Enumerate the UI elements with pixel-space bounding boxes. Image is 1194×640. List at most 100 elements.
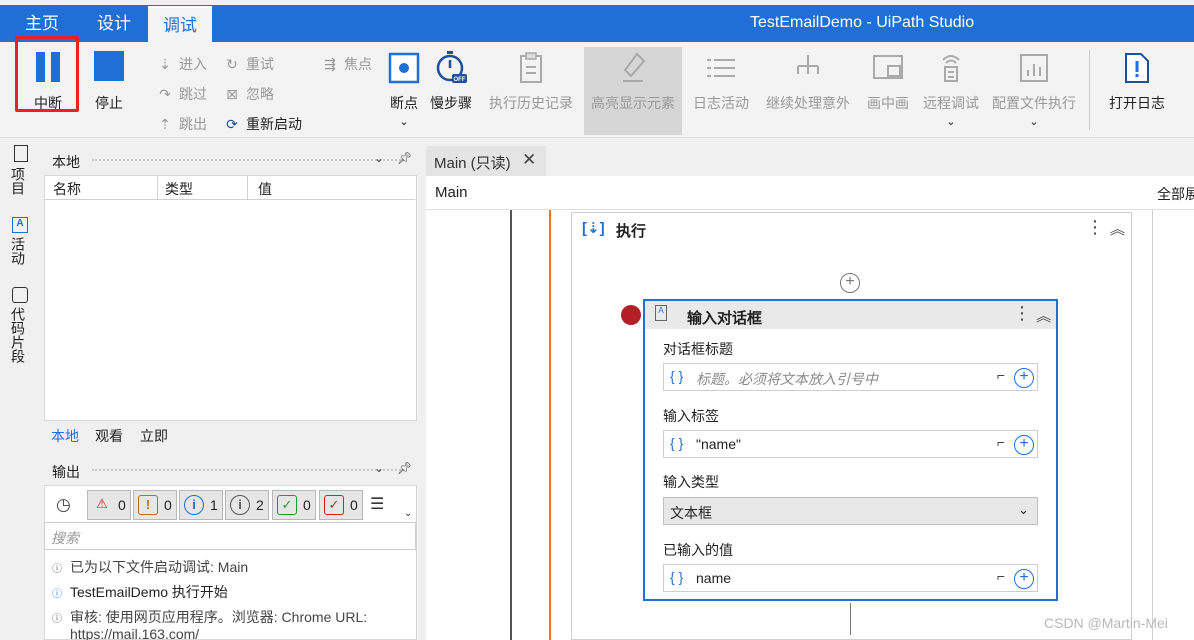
breakpoints-dropdown-icon[interactable]: ⌄ <box>386 115 422 128</box>
expand-editor-icon[interactable]: ⌐ <box>997 367 1005 383</box>
slow-step-button[interactable]: OFF 慢步骤 <box>428 50 474 113</box>
col-type[interactable]: 类型 <box>165 179 193 199</box>
info-icon: ⓘ <box>52 589 62 600</box>
slow-badge: OFF <box>454 77 466 83</box>
breakpoint-marker[interactable] <box>621 305 641 325</box>
document-tab-main[interactable]: Main (只读) ✕ <box>426 146 546 176</box>
remote-debugging-label: 远程调试 <box>923 95 979 111</box>
col-value[interactable]: 值 <box>258 179 272 199</box>
pin-icon[interactable]: 📌︎ <box>397 461 412 475</box>
add-plus-icon[interactable]: + <box>1014 569 1034 589</box>
ignore-button[interactable]: ⊠ 忽略 <box>222 84 274 104</box>
input-label-label: 输入标签 <box>663 408 719 424</box>
drag-grip[interactable] <box>92 159 404 163</box>
subtab-locals[interactable]: 本地 <box>51 426 79 446</box>
activity-title: 输入对话框 <box>687 310 763 327</box>
expression-icon: { } <box>670 569 684 585</box>
step-out-button[interactable]: ⇡ 跳出 <box>155 114 207 134</box>
col-name[interactable]: 名称 <box>53 179 81 199</box>
subtab-immediate[interactable]: 立即 <box>140 426 168 446</box>
execution-trail-line <box>549 210 551 640</box>
filter-failure[interactable]: ✓ 0 <box>319 490 363 520</box>
more-options-icon[interactable]: ⋮ <box>1013 303 1031 324</box>
expand-editor-icon[interactable]: ⌐ <box>997 434 1005 450</box>
close-icon[interactable]: ✕ <box>522 150 536 170</box>
add-plus-icon[interactable]: + <box>1014 368 1034 388</box>
filter-trace[interactable]: i2 <box>225 490 269 520</box>
panel-splitter[interactable] <box>418 139 426 640</box>
filter-info[interactable]: i1 <box>179 490 223 520</box>
connector-line <box>850 603 851 635</box>
log-text: 审核: 使用网页应用程序。浏览器: Chrome URL: <box>70 609 368 625</box>
focus-button[interactable]: ⇶ 焦点 <box>320 54 372 74</box>
remote-dropdown-icon[interactable]: ⌄ <box>920 115 982 128</box>
clock-icon[interactable]: ◷ <box>56 495 71 515</box>
retry-button[interactable]: ↻ 重试 <box>222 54 274 74</box>
expand-editor-icon[interactable]: ⌐ <box>997 568 1005 584</box>
step-over-icon: ↷ <box>159 86 171 102</box>
log-line: ⓘ 已为以下文件启动调试: Main <box>52 557 248 577</box>
column-divider <box>247 176 248 200</box>
tab-debug[interactable]: 调试 <box>148 6 212 42</box>
profile-dropdown-icon[interactable]: ⌄ <box>988 115 1080 128</box>
dialog-title-label: 对话框标题 <box>663 341 733 357</box>
picture-in-picture-button[interactable]: 画中画 <box>864 52 912 113</box>
filter-warnings[interactable]: ! 0 <box>133 490 177 520</box>
rail-activities[interactable]: 活动 <box>8 237 28 265</box>
info-icon: i <box>184 495 204 515</box>
expand-all-link[interactable]: 全部展开 <box>1157 184 1194 204</box>
drag-grip[interactable] <box>92 469 404 473</box>
highlight-elements-button[interactable]: 高亮显示元素 <box>588 52 678 113</box>
expression-icon: { } <box>670 435 684 451</box>
expression-icon: { } <box>670 368 684 384</box>
execution-trail-button[interactable]: 执行历史记录 <box>486 52 576 113</box>
output-search-input[interactable]: 搜索 <box>44 522 416 550</box>
chevron-down-icon[interactable]: ⌄ <box>374 151 384 165</box>
breadcrumb: Main 全部展开 <box>426 176 1194 210</box>
tab-design[interactable]: 设计 <box>82 6 146 42</box>
input-label-input[interactable]: { } "name" ⌐ <box>663 430 1038 458</box>
highlight-elements-label: 高亮显示元素 <box>591 95 675 111</box>
filter-success[interactable]: ✓ 0 <box>272 490 316 520</box>
failure-count: 0 <box>350 497 358 513</box>
input-label-value: "name" <box>696 436 741 452</box>
step-into-button[interactable]: ⇣ 进入 <box>155 54 207 74</box>
step-over-button[interactable]: ↷ 跳过 <box>155 84 207 104</box>
breakpoints-button[interactable]: 断点 ⌄ <box>386 52 422 128</box>
rail-project[interactable]: 项目 <box>8 167 28 195</box>
filter-errors[interactable]: ⚠ 0 <box>87 490 131 520</box>
add-activity-icon[interactable]: + <box>840 273 860 293</box>
sequence-title: 执行 <box>616 223 647 240</box>
pin-icon[interactable]: 📌︎ <box>397 151 412 165</box>
log-file-icon <box>1125 53 1149 83</box>
stop-button[interactable]: 停止 <box>86 50 132 113</box>
chevron-down-icon: ⌄ <box>1018 502 1029 517</box>
open-logs-button[interactable]: 打开日志 <box>1104 52 1170 113</box>
rail-snippets[interactable]: 代码片段 <box>8 307 28 363</box>
collapse-icon[interactable]: ︽ <box>1110 218 1125 239</box>
overflow-chevron-icon[interactable]: ⌄ <box>404 508 412 519</box>
restart-label: 重新启动 <box>246 116 302 132</box>
dialog-title-placeholder: 标题。必须将文本放入引号中 <box>696 371 878 387</box>
locals-grid-header: 名称 类型 值 <box>45 176 415 200</box>
flow-line <box>510 210 512 640</box>
title-bar: 主页 设计 调试 TestEmailDemo - UiPath Studio <box>0 0 1194 42</box>
collapse-icon[interactable]: ︽ <box>1036 305 1051 326</box>
step-into-label: 进入 <box>179 56 207 72</box>
more-options-icon[interactable]: ⋮ <box>1086 217 1104 238</box>
profile-execution-button[interactable]: 配置文件执行 ⌄ <box>988 52 1080 128</box>
input-type-select[interactable]: 文本框 ⌄ <box>663 497 1038 525</box>
subtab-watch[interactable]: 观看 <box>95 426 123 446</box>
log-activities-button[interactable]: 日志活动 <box>690 52 752 113</box>
dialog-title-input[interactable]: { } 标题。必须将文本放入引号中 ⌐ <box>663 363 1038 391</box>
restart-button[interactable]: ⟳ 重新启动 <box>222 114 302 134</box>
sort-list-icon[interactable]: ☰ <box>370 494 384 514</box>
locals-panel-header: 本地 ⌄ 📌︎ <box>44 146 417 174</box>
add-plus-icon[interactable]: + <box>1014 435 1034 455</box>
chevron-down-icon[interactable]: ⌄ <box>374 461 384 475</box>
remote-debugging-button[interactable]: 远程调试 ⌄ <box>920 52 982 128</box>
value-entered-input[interactable]: { } name ⌐ <box>663 564 1038 592</box>
breadcrumb-main[interactable]: Main <box>435 184 468 201</box>
output-panel-header: 输出 ⌄ 📌︎ <box>44 456 417 484</box>
continue-on-exception-button[interactable]: 继续处理意外 <box>762 52 854 113</box>
